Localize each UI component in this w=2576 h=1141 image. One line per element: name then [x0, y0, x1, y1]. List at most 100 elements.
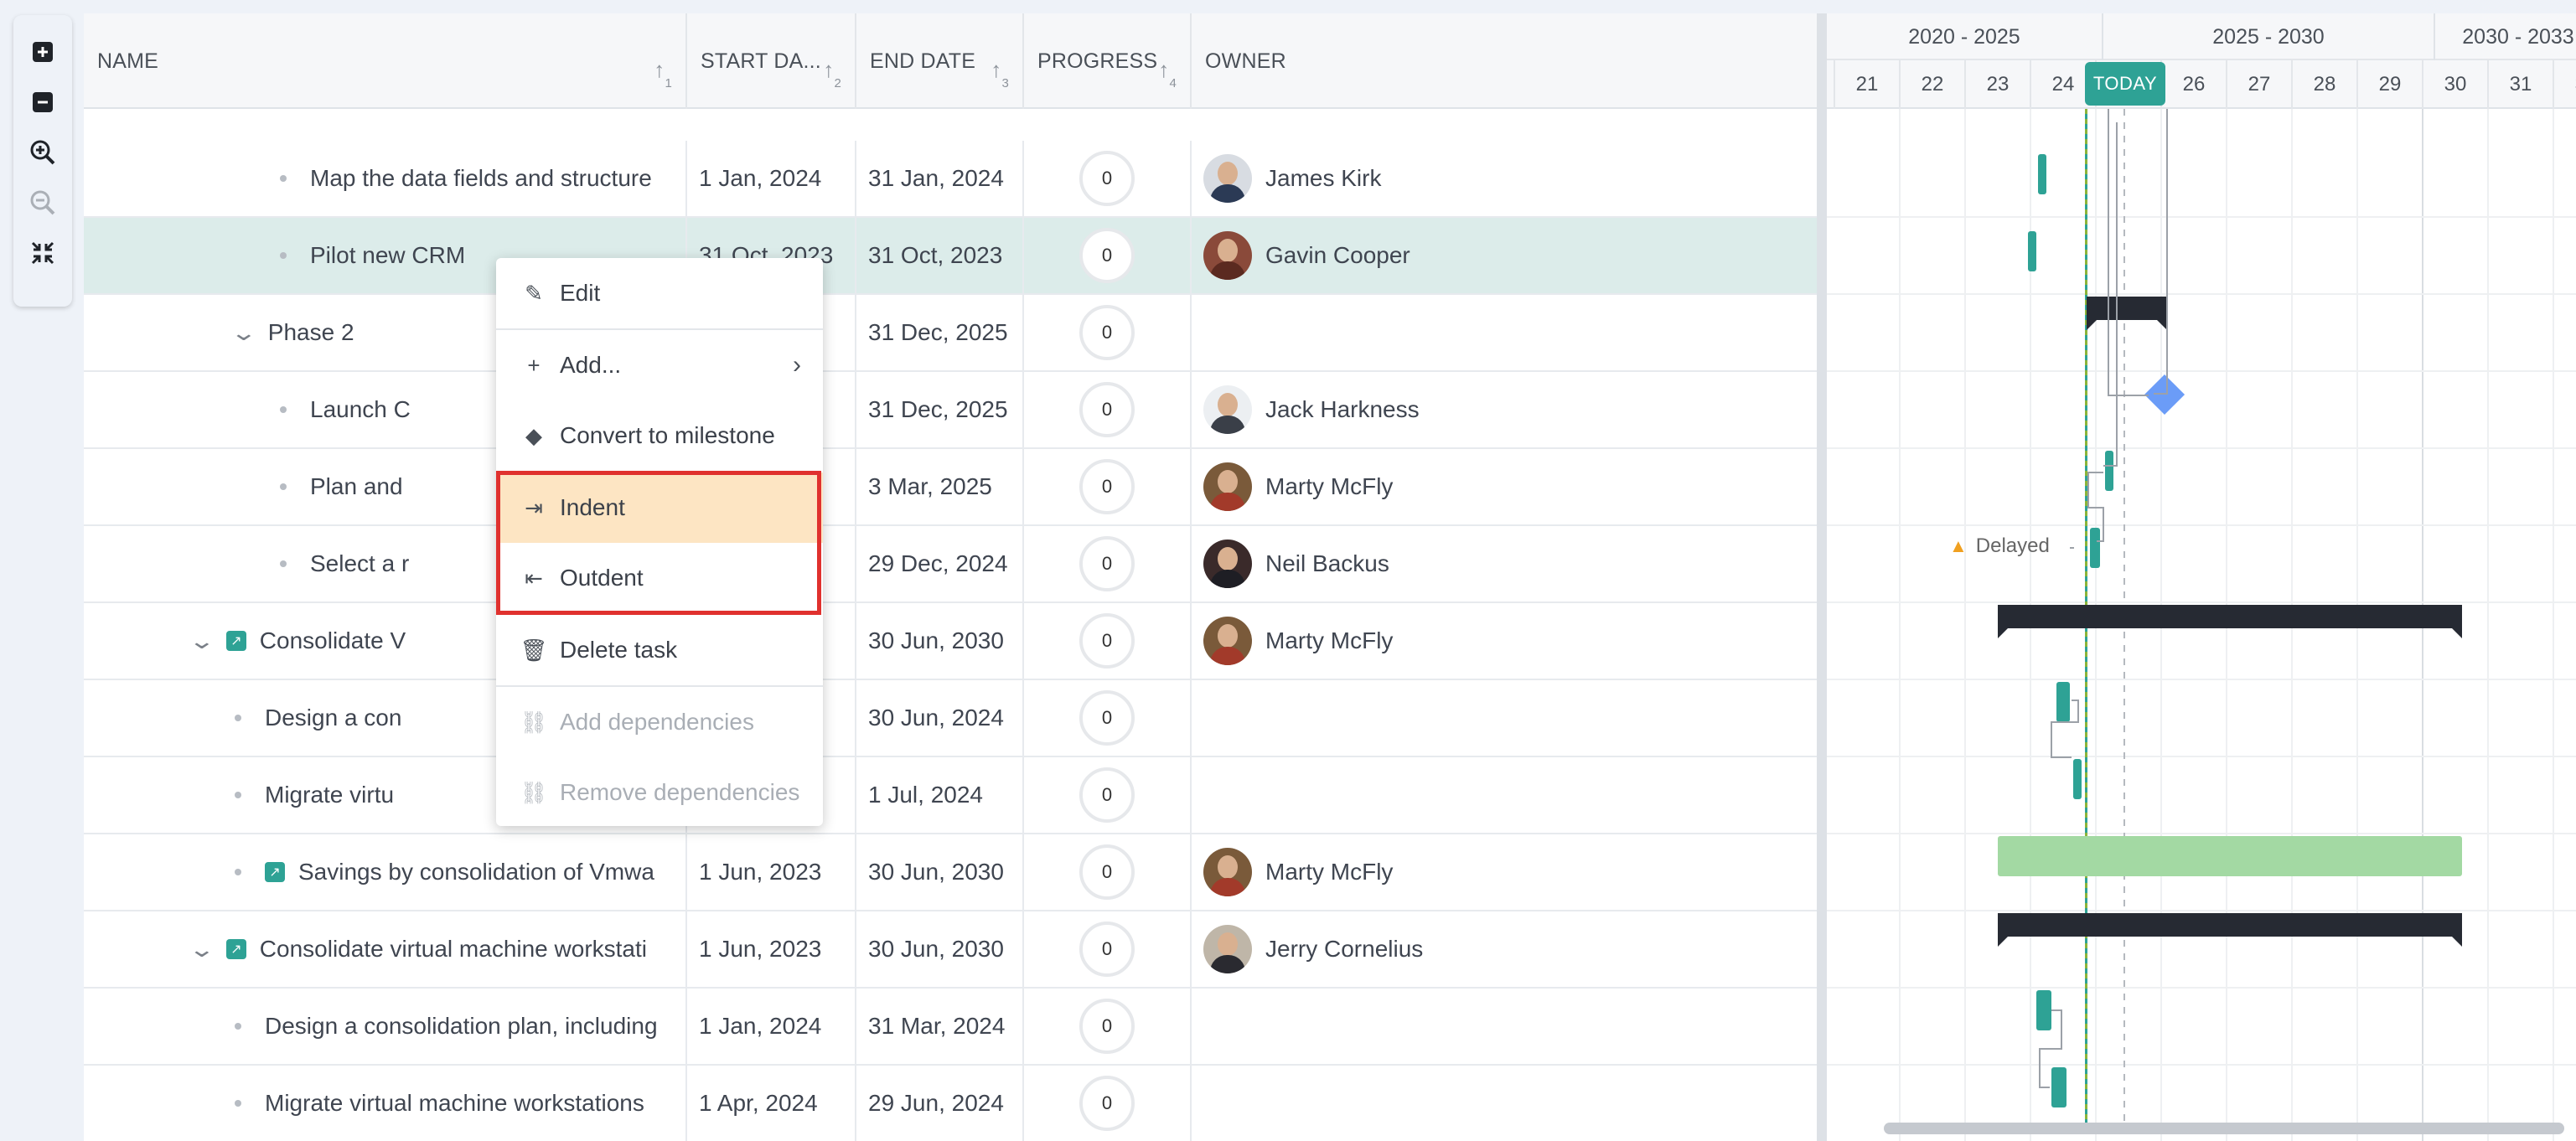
- grid-gantt-splitter[interactable]: [1817, 13, 1827, 1141]
- table-row[interactable]: Launch C Dec, 2025 31 Dec, 2025 0 Jack H…: [84, 372, 1818, 449]
- owner-cell: Marty McFly: [1192, 603, 1818, 679]
- progress-cell: 0: [1024, 603, 1192, 679]
- chevron-down-icon[interactable]: ⌄: [189, 937, 216, 963]
- minus-square-icon: [33, 92, 53, 112]
- menu-item-edit[interactable]: ✎ Edit: [496, 258, 823, 328]
- end-date-cell: 3 Mar, 2025: [856, 449, 1024, 524]
- end-date-cell: 29 Dec, 2024: [856, 526, 1024, 601]
- name-cell: Map the data fields and structure: [84, 141, 687, 216]
- progress-cell: 0: [1024, 834, 1192, 910]
- column-header-progress[interactable]: PROGRESS ↑4: [1024, 13, 1192, 109]
- table-row[interactable]: Select a r ct, 2024 29 Dec, 2024 0 Neil …: [84, 526, 1818, 603]
- progress-ring: 0: [1079, 459, 1135, 514]
- avatar: [1203, 462, 1252, 511]
- task-bullet: [235, 792, 241, 798]
- progress-ring: 0: [1079, 536, 1135, 591]
- progress-cell: 0: [1024, 526, 1192, 601]
- table-row[interactable]: Migrate virtu l, 2024 1 Jul, 2024 0: [84, 757, 1818, 834]
- task-name: Migrate virtu: [265, 782, 395, 808]
- trash-icon: 🗑: [520, 637, 548, 663]
- progress-cell: 0: [1024, 1066, 1192, 1141]
- owner-name: Marty McFly: [1265, 473, 1394, 499]
- owner-cell: [1192, 989, 1818, 1064]
- sort-asc-icon[interactable]: ↑2: [823, 57, 841, 90]
- task-bullet: [280, 406, 287, 413]
- link-task-icon: ↗: [225, 631, 246, 651]
- column-header-start[interactable]: START DA... ↑2: [687, 13, 856, 109]
- horizontal-scrollbar[interactable]: [1884, 1123, 2564, 1134]
- task-bullet: [280, 560, 287, 567]
- table-row[interactable]: ⌄Phase 2 ct, 2024 31 Dec, 2025 0: [84, 295, 1818, 372]
- owner-cell: [1192, 295, 1818, 370]
- column-header-owner[interactable]: OWNER: [1192, 13, 1817, 109]
- sort-asc-icon[interactable]: ↑1: [654, 57, 672, 90]
- end-date-cell: 31 Jan, 2024: [856, 141, 1024, 216]
- table-row[interactable]: Map the data fields and structure 1 Jan,…: [84, 141, 1818, 218]
- column-header-end[interactable]: END DATE ↑3: [856, 13, 1024, 109]
- progress-ring: 0: [1079, 999, 1135, 1054]
- name-cell: ↗ Savings by consolidation of Vmwa: [84, 834, 687, 910]
- table-row[interactable]: ⌄ ↗ Consolidate virtual machine workstati …: [84, 911, 1818, 989]
- zoom-to-fit-button[interactable]: [19, 228, 66, 278]
- zoom-in-icon: [30, 140, 55, 165]
- menu-item-add-dependencies[interactable]: ⛓ Add dependencies: [496, 687, 823, 757]
- diamond-icon: ◆: [525, 422, 542, 448]
- table-row-selected[interactable]: Pilot new CRM 31 Oct, 2023 31 Oct, 2023 …: [84, 218, 1818, 295]
- menu-item-label: Convert to milestone: [560, 422, 775, 448]
- shrink-icon: [31, 241, 54, 265]
- task-bullet: [235, 1100, 241, 1107]
- table-row[interactable]: ↗ Savings by consolidation of Vmwa 1 Jun,…: [84, 834, 1818, 911]
- progress-cell: 0: [1024, 449, 1192, 524]
- owner-name: Neil Backus: [1265, 550, 1389, 576]
- owner-name: Jack Harkness: [1265, 396, 1420, 422]
- task-bullet: [280, 252, 287, 259]
- expand-all-button[interactable]: [19, 27, 66, 77]
- sort-asc-icon[interactable]: ↑3: [991, 57, 1009, 90]
- task-name: Pilot new CRM: [310, 242, 466, 268]
- progress-cell: 0: [1024, 989, 1192, 1064]
- progress-ring: 0: [1079, 767, 1135, 823]
- task-name: Map the data fields and structure: [310, 165, 652, 191]
- owner-name: Marty McFly: [1265, 627, 1394, 653]
- menu-item-label: Delete task: [560, 637, 678, 663]
- progress-ring: 0: [1079, 922, 1135, 977]
- progress-cell: 0: [1024, 218, 1192, 293]
- zoom-in-button[interactable]: [19, 127, 66, 178]
- table-row[interactable]: Design a consolidation plan, including 1…: [84, 989, 1818, 1066]
- start-date-cell: 1 Jan, 2024: [687, 141, 856, 216]
- link-task-icon: ↗: [225, 939, 246, 959]
- menu-item-remove-dependencies[interactable]: ⛓ Remove dependencies: [496, 757, 823, 828]
- progress-ring: 0: [1079, 305, 1135, 360]
- column-header-start-label: START DA...: [701, 49, 821, 73]
- table-row[interactable]: Migrate virtual machine workstations 1 A…: [84, 1066, 1818, 1141]
- chevron-down-icon[interactable]: ⌄: [189, 628, 216, 654]
- progress-cell: 0: [1024, 141, 1192, 216]
- sort-asc-icon[interactable]: ↑4: [1158, 57, 1177, 90]
- avatar: [1203, 925, 1252, 973]
- column-header-progress-label: PROGRESS: [1037, 49, 1158, 73]
- end-date-cell: 31 Dec, 2025: [856, 372, 1024, 447]
- progress-ring: 0: [1079, 382, 1135, 437]
- pencil-icon: ✎: [525, 280, 543, 306]
- menu-item-label: Add dependencies: [560, 709, 754, 735]
- collapse-all-button[interactable]: [19, 77, 66, 127]
- menu-item-label: Remove dependencies: [560, 779, 800, 805]
- task-name: Savings by consolidation of Vmwa: [298, 859, 654, 885]
- menu-item-add[interactable]: + Add... ›: [496, 330, 823, 400]
- table-row[interactable]: Design a con pr, 2024 30 Jun, 2024 0: [84, 680, 1818, 757]
- menu-item-delete-task[interactable]: 🗑 Delete task: [496, 615, 823, 685]
- task-bullet: [280, 483, 287, 490]
- sort-order-start: 2: [834, 76, 841, 91]
- column-header-name[interactable]: NAME ↑1: [84, 13, 687, 109]
- table-row[interactable]: ⌄↗Consolidate V n, 2023 30 Jun, 2030 0 M…: [84, 603, 1818, 680]
- progress-cell: 0: [1024, 295, 1192, 370]
- table-row[interactable]: Plan and n, 2025 3 Mar, 2025 0 Marty McF…: [84, 449, 1818, 526]
- menu-item-convert-to-milestone[interactable]: ◆ Convert to milestone: [496, 400, 823, 471]
- zoom-out-button[interactable]: [19, 178, 66, 228]
- task-bullet: [280, 175, 287, 182]
- task-name: Migrate virtual machine workstations: [265, 1090, 644, 1116]
- owner-cell: Marty McFly: [1192, 449, 1818, 524]
- chevron-down-icon[interactable]: ⌄: [230, 320, 258, 346]
- task-name: Consolidate V: [259, 627, 406, 653]
- progress-cell: 0: [1024, 372, 1192, 447]
